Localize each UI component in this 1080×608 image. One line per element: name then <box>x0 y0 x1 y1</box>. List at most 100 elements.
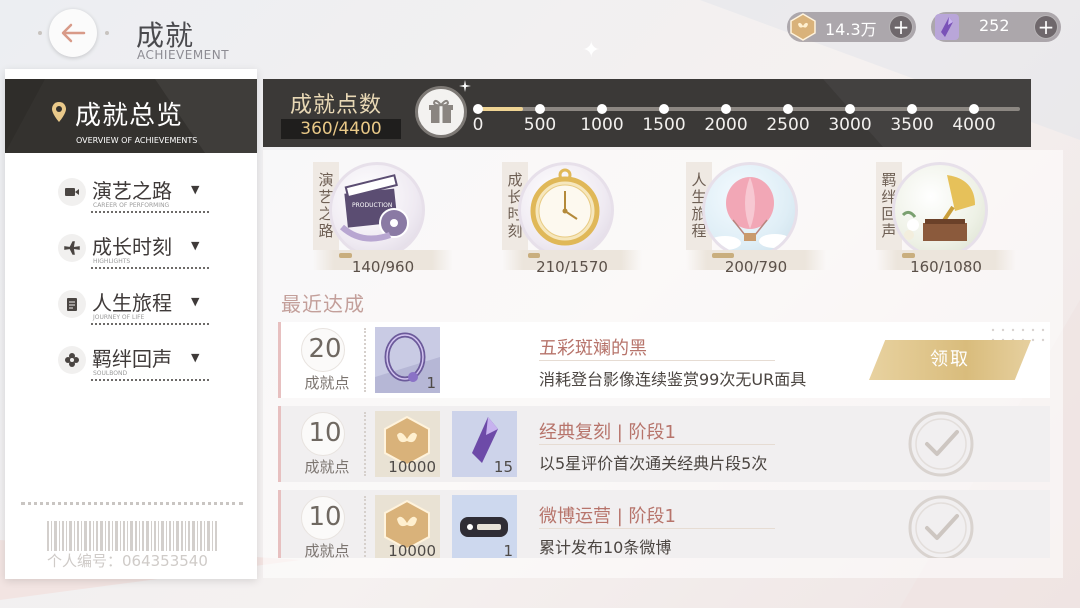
sidebar-item-label: 人生旅程 <box>92 291 172 315</box>
back-arrow-icon <box>61 23 86 43</box>
track-milestone-dot <box>845 104 855 114</box>
divider <box>91 323 209 325</box>
location-pin-icon <box>52 102 66 122</box>
category-highlights[interactable]: 成长时刻 210/1570 <box>502 160 642 278</box>
sidebar-item-journey[interactable]: 人生旅程 ▼ JOURNEY OF LIFE <box>58 283 213 327</box>
divider <box>539 444 775 445</box>
category-soulbond[interactable]: 羁绊回声 160/1080 <box>876 160 1016 278</box>
row-points: 10 <box>308 502 342 532</box>
category-progress: 160/1080 <box>876 250 1016 276</box>
divider <box>91 379 209 381</box>
category-progress: 200/790 <box>686 250 826 276</box>
sparkle-icon <box>459 80 471 92</box>
category-journey[interactable]: 人生旅程 200/790 <box>686 160 826 278</box>
reward-item[interactable]: 1 <box>452 495 517 558</box>
gift-icon[interactable] <box>415 86 467 138</box>
achievement-title: 微博运营 | 阶段1 <box>539 506 676 527</box>
sidebar-item-label: 羁绊回声 <box>92 347 172 371</box>
track-milestone-dot <box>969 104 979 114</box>
row-clip: 10 成就点 10000 1 微博运营 | 阶段1 累计发布10条微博 <box>278 490 1050 558</box>
sidebar: 成就总览 OVERVIEW OF ACHIEVEMENTS 演艺之路 ▼ CAR… <box>5 69 257 579</box>
chevron-down-icon: ▼ <box>191 239 200 252</box>
gold-coin-icon <box>790 13 816 41</box>
svg-text:✦: ✦ <box>582 38 600 63</box>
barcode-icon <box>47 521 217 551</box>
sidebar-item-label: 演艺之路 <box>92 179 172 203</box>
track-tick-label: 3000 <box>828 115 872 135</box>
flower-icon <box>58 346 86 374</box>
track-milestone-dot <box>597 104 607 114</box>
reward-count: 1 <box>503 542 513 558</box>
track-milestone-dot <box>535 104 545 114</box>
reward-item[interactable]: 15 <box>452 411 517 477</box>
reward-count: 10000 <box>388 458 436 476</box>
achievement-row: 20 成就点 1 五彩斑斓的黑 消耗登台影像连续鉴赏99次无UR面具 领取 <box>278 322 1050 398</box>
row-points-label: 成就点 <box>304 374 350 392</box>
track-tick-label: 2000 <box>704 115 748 135</box>
achievement-desc: 累计发布10条微博 <box>539 538 672 557</box>
sidebar-item-sublabel: SOULBOND <box>93 370 128 377</box>
row-points-label: 成就点 <box>304 458 350 476</box>
currency-crystal: 252 + <box>931 12 1061 42</box>
reward-item[interactable]: 1 <box>375 327 440 393</box>
currency-gold: 14.3万 + <box>787 12 916 42</box>
reward-count: 1 <box>426 374 436 392</box>
row-points-label: 成就点 <box>304 542 350 558</box>
track-milestone-dot <box>907 104 917 114</box>
claim-button[interactable]: 领取 <box>869 340 1031 380</box>
track-tick-label: 2500 <box>766 115 810 135</box>
sidebar-item-sublabel: JOURNEY OF LIFE <box>93 314 145 321</box>
achievement-desc: 以5星评价首次通关经典片段5次 <box>539 454 768 473</box>
sidebar-item-highlights[interactable]: 成长时刻 ▼ HIGHLIGHTS <box>58 227 213 271</box>
purple-crystal-icon <box>935 14 959 40</box>
checkmark-icon <box>908 495 974 558</box>
page-subtitle: ACHIEVEMENT <box>137 48 230 62</box>
document-icon <box>58 290 86 318</box>
add-crystal-button[interactable]: + <box>1034 15 1058 39</box>
sidebar-item-label: 成长时刻 <box>92 235 172 259</box>
achievement-title: 五彩斑斓的黑 <box>539 338 647 359</box>
add-gold-button[interactable]: + <box>889 15 913 39</box>
track-milestone-dot <box>659 104 669 114</box>
sidebar-header[interactable]: 成就总览 OVERVIEW OF ACHIEVEMENTS <box>5 79 257 153</box>
divider <box>539 528 775 529</box>
perforation-line <box>21 502 243 505</box>
track-tick-label: 500 <box>523 115 557 135</box>
sidebar-item-performing[interactable]: 演艺之路 ▼ CAREER OF PERFORMING <box>58 171 213 215</box>
divider <box>91 211 209 213</box>
row-points: 10 <box>308 418 342 448</box>
decor-dot <box>105 31 109 35</box>
recent-section-title: 最近达成 <box>281 292 365 316</box>
category-progress: 210/1570 <box>502 250 642 276</box>
divider <box>364 412 366 476</box>
back-button[interactable] <box>49 9 97 57</box>
chevron-down-icon: ▼ <box>191 351 200 364</box>
svg-text:PRODUCTION: PRODUCTION <box>352 202 392 209</box>
category-progress: 140/960 <box>313 250 453 276</box>
track-tick-label: 1500 <box>642 115 686 135</box>
reward-item[interactable]: 10000 <box>375 495 440 558</box>
category-progress-text: 210/1570 <box>536 258 608 276</box>
category-performing[interactable]: 演艺之路 PRODUCTION 140/960 <box>313 160 453 278</box>
achievement-row: 10 成就点 10000 15 经典复刻 | 阶段1 以5星评价首次通关经典片段… <box>278 406 1050 482</box>
track-tick-label: 3500 <box>890 115 934 135</box>
gramophone-icon <box>892 162 988 258</box>
achievement-title: 经典复刻 | 阶段1 <box>539 422 676 443</box>
reward-count: 15 <box>493 458 513 476</box>
divider <box>364 496 366 558</box>
sidebar-item-soulbond[interactable]: 羁绊回声 ▼ SOULBOND <box>58 339 213 383</box>
crystal-amount: 252 <box>979 16 1010 35</box>
personal-id: 个人编号：064353540 <box>47 552 208 570</box>
category-progress-text: 200/790 <box>724 258 788 276</box>
sidebar-item-sublabel: CAREER OF PERFORMING <box>93 202 170 209</box>
reward-item[interactable]: 10000 <box>375 411 440 477</box>
category-progress-text: 160/1080 <box>910 258 982 276</box>
row-points: 20 <box>308 334 342 364</box>
checkmark-icon <box>908 411 974 477</box>
category-progress-text: 140/960 <box>351 258 415 276</box>
divider <box>364 328 366 392</box>
decor-dot <box>38 31 42 35</box>
points-progress-track <box>473 104 1020 114</box>
points-value: 360/4400 <box>281 119 401 139</box>
airplane-icon <box>58 234 86 262</box>
